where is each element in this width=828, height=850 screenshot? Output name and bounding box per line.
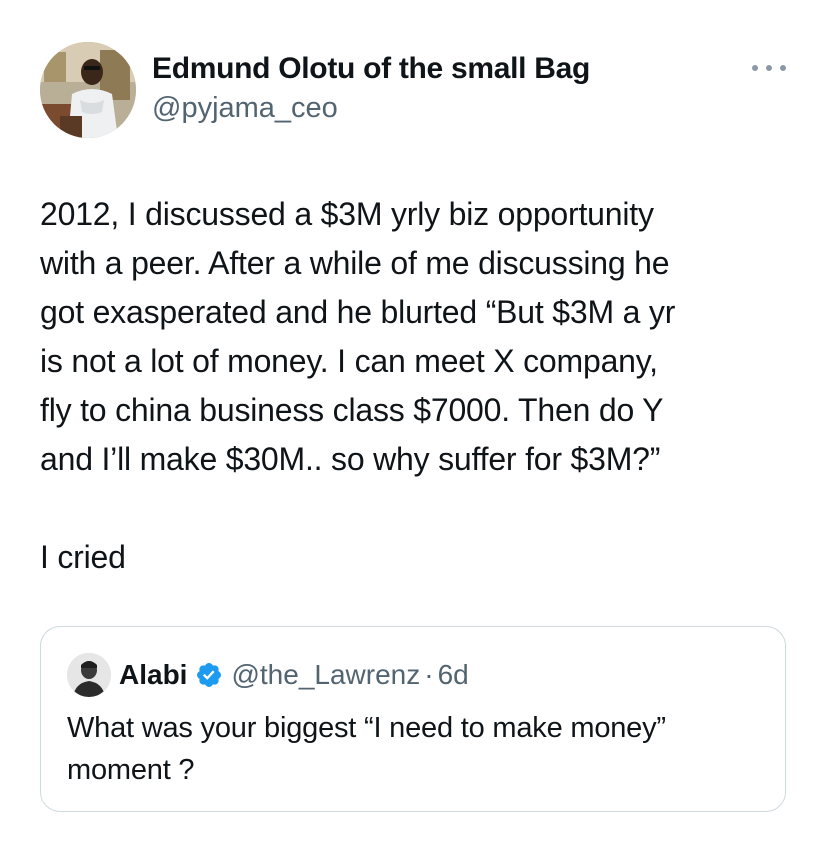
quoted-avatar-image	[67, 653, 111, 697]
tweet-text-line: and I’ll make $30M.. so why suffer for $…	[40, 441, 661, 477]
quoted-author-avatar[interactable]	[67, 653, 111, 697]
more-horizontal-icon[interactable]	[752, 54, 786, 82]
quoted-author-handle[interactable]: @the_Lawrenz	[231, 659, 420, 691]
meta-separator: ·	[424, 659, 434, 690]
quoted-text: What was your biggest “I need to make mo…	[67, 707, 767, 791]
quoted-timestamp[interactable]: 6d	[438, 659, 469, 691]
more-dot	[780, 65, 786, 71]
quoted-header: Alabi @the_Lawrenz · 6d	[119, 655, 469, 695]
tweet-text-line: 2012, I discussed a $3M yrly biz opportu…	[40, 196, 654, 232]
quoted-text-line: moment ?	[67, 754, 195, 786]
tweet-text: 2012, I discussed a $3M yrly biz opportu…	[40, 190, 800, 582]
tweet-text-line: fly to china business class $7000. Then …	[40, 392, 664, 428]
more-dot	[752, 65, 758, 71]
author-avatar-image	[40, 42, 136, 138]
quoted-text-line: What was your biggest “I need to make mo…	[67, 712, 666, 744]
tweet-text-line: with a peer. After a while of me discuss…	[40, 245, 670, 281]
author-avatar[interactable]	[40, 42, 136, 138]
verified-badge-icon	[197, 663, 222, 687]
quoted-tweet[interactable]: Alabi @the_Lawrenz · 6d What was your bi…	[40, 626, 786, 812]
quoted-author-name[interactable]: Alabi	[119, 659, 187, 691]
author-handle[interactable]: @pyjama_ceo	[152, 92, 338, 125]
more-dot	[766, 65, 772, 71]
tweet-text-line: got exasperated and he blurted “But $3M …	[40, 294, 676, 330]
tweet-text-closing: I cried	[40, 539, 126, 575]
author-name[interactable]: Edmund Olotu of the small Bag	[152, 52, 590, 86]
tweet-text-line: is not a lot of money. I can meet X comp…	[40, 343, 658, 379]
tweet-card: Edmund Olotu of the small Bag @pyjama_ce…	[0, 0, 828, 850]
